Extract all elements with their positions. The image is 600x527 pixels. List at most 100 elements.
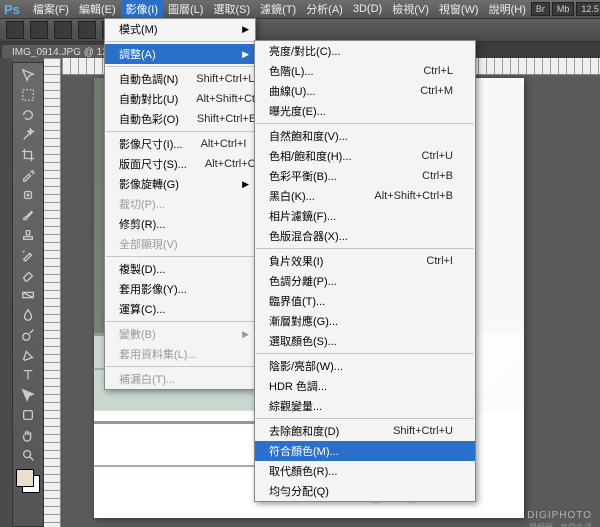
- app-logo: Ps: [4, 2, 20, 17]
- zoom-tool[interactable]: [17, 445, 39, 465]
- menu-file[interactable]: 檔案(F): [28, 0, 74, 19]
- adjust-menu-item[interactable]: 色階(L)...Ctrl+L: [255, 61, 475, 81]
- lasso-tool[interactable]: [17, 105, 39, 125]
- adjust-menu-item[interactable]: 亮度/對比(C)...: [255, 41, 475, 61]
- adjust-menu-item[interactable]: 選取顏色(S)...: [255, 331, 475, 351]
- menu-item-label: 補漏白(T)...: [119, 371, 233, 387]
- image-menu-item[interactable]: 複製(D)...: [105, 259, 255, 279]
- menu-item-label: 綜觀變量...: [269, 398, 453, 414]
- adjust-menu-item[interactable]: 曲線(U)...Ctrl+M: [255, 81, 475, 101]
- image-menu-item[interactable]: 修剪(R)...: [105, 214, 255, 234]
- shape-tool[interactable]: [17, 405, 39, 425]
- menu-item-label: 運算(C)...: [119, 301, 233, 317]
- image-menu-item[interactable]: 模式(M)▶: [105, 19, 255, 39]
- menu-item-shortcut: Alt+Ctrl+I: [201, 138, 247, 150]
- app-window: Ps 檔案(F) 編輯(E) 影像(I) 圖層(L) 選取(S) 濾鏡(T) 分…: [0, 0, 600, 527]
- menu-item-label: 選取顏色(S)...: [269, 333, 453, 349]
- menu-image[interactable]: 影像(I): [121, 0, 163, 19]
- blur-tool[interactable]: [17, 305, 39, 325]
- image-menu-item[interactable]: 影像尺寸(I)... Alt+Ctrl+I: [105, 134, 255, 154]
- adjust-menu-item[interactable]: 臨界值(T)...: [255, 291, 475, 311]
- type-tool[interactable]: [17, 365, 39, 385]
- menu-item-shortcut: Ctrl+M: [420, 85, 453, 97]
- pen-tool[interactable]: [17, 345, 39, 365]
- adjust-menu-item[interactable]: 色調分離(P)...: [255, 271, 475, 291]
- opt-icon-2[interactable]: [54, 21, 72, 39]
- menu-item-label: 色調分離(P)...: [269, 273, 453, 289]
- image-menu-item[interactable]: 自動對比(U)Alt+Shift+Ctrl+L: [105, 89, 255, 109]
- opt-icon-1[interactable]: [30, 21, 48, 39]
- menu-3d[interactable]: 3D(D): [348, 1, 387, 17]
- adjust-menu-item[interactable]: 綜觀變量...: [255, 396, 475, 416]
- wand-tool[interactable]: [17, 125, 39, 145]
- path-tool[interactable]: [17, 385, 39, 405]
- menu-view[interactable]: 檢視(V): [387, 0, 434, 19]
- adjust-menu-item[interactable]: 曝光度(E)...: [255, 101, 475, 121]
- adjust-menu-item[interactable]: 自然飽和度(V)...: [255, 126, 475, 146]
- adjust-menu-item[interactable]: 色相/飽和度(H)...Ctrl+U: [255, 146, 475, 166]
- hand-tool[interactable]: [17, 425, 39, 445]
- menu-item-label: 套用資料集(L)...: [119, 346, 233, 362]
- bridge-button[interactable]: Br: [531, 2, 550, 16]
- adjust-menu-item[interactable]: 黑白(K)...Alt+Shift+Ctrl+B: [255, 186, 475, 206]
- menu-layer[interactable]: 圖層(L): [163, 0, 208, 19]
- options-bar: [0, 18, 600, 42]
- color-swatch[interactable]: [16, 469, 40, 493]
- dodge-tool[interactable]: [17, 325, 39, 345]
- adjust-menu-item[interactable]: 均勻分配(Q): [255, 481, 475, 501]
- menu-item-label: 相片濾鏡(F)...: [269, 208, 453, 224]
- crop-tool[interactable]: [17, 145, 39, 165]
- menu-item-label: 變數(B): [119, 326, 233, 342]
- menu-item-shortcut: Shift+Ctrl+U: [393, 425, 453, 437]
- eyedropper-tool[interactable]: [17, 165, 39, 185]
- submenu-arrow-icon: ▶: [242, 179, 249, 190]
- image-menu-item[interactable]: 調整(A)▶: [105, 44, 255, 64]
- adjust-menu-item[interactable]: 漸層對應(G)...: [255, 311, 475, 331]
- menu-item-label: 色版混合器(X)...: [269, 228, 453, 244]
- menu-analysis[interactable]: 分析(A): [301, 0, 348, 19]
- adjust-menu-item[interactable]: 負片效果(I)Ctrl+I: [255, 251, 475, 271]
- adjust-menu-item[interactable]: 符合顏色(M)...: [255, 441, 475, 461]
- stamp-tool[interactable]: [17, 225, 39, 245]
- marquee-tool[interactable]: [17, 85, 39, 105]
- image-menu-item[interactable]: 自動色調(N)Shift+Ctrl+L: [105, 69, 255, 89]
- adjust-menu-item[interactable]: 取代顏色(R)...: [255, 461, 475, 481]
- move-tool[interactable]: [17, 65, 39, 85]
- menu-help[interactable]: 說明(H): [484, 0, 531, 19]
- menu-item-label: 陰影/亮部(W)...: [269, 358, 453, 374]
- menu-item-label: 負片效果(I): [269, 253, 408, 269]
- menu-edit[interactable]: 編輯(E): [74, 0, 121, 19]
- menu-item-label: 漸層對應(G)...: [269, 313, 453, 329]
- adjust-menu-item[interactable]: 去除飽和度(D)Shift+Ctrl+U: [255, 421, 475, 441]
- menu-select[interactable]: 選取(S): [208, 0, 255, 19]
- submenu-arrow-icon: ▶: [242, 49, 249, 60]
- menu-item-shortcut: Ctrl+U: [422, 150, 453, 162]
- image-menu-item[interactable]: 運算(C)...: [105, 299, 255, 319]
- foreground-color[interactable]: [16, 469, 34, 487]
- image-menu-item[interactable]: 影像旋轉(G)▶: [105, 174, 255, 194]
- menu-window[interactable]: 視窗(W): [434, 0, 484, 19]
- image-menu-item[interactable]: 套用影像(Y)...: [105, 279, 255, 299]
- menu-item-label: 影像尺寸(I)...: [119, 136, 183, 152]
- menu-item-label: 修剪(R)...: [119, 216, 233, 232]
- tool-preset-icon[interactable]: [6, 21, 24, 39]
- gradient-tool[interactable]: [17, 285, 39, 305]
- opt-icon-3[interactable]: [78, 21, 96, 39]
- eraser-tool[interactable]: [17, 265, 39, 285]
- menu-item-label: 色階(L)...: [269, 63, 405, 79]
- adjust-menu-item[interactable]: 陰影/亮部(W)...: [255, 356, 475, 376]
- zoom-display[interactable]: 12.5: [576, 2, 600, 16]
- menu-item-label: 自然飽和度(V)...: [269, 128, 453, 144]
- image-menu-item[interactable]: 版面尺寸(S)...Alt+Ctrl+C: [105, 154, 255, 174]
- adjust-menu-item[interactable]: HDR 色調...: [255, 376, 475, 396]
- adjust-menu-item[interactable]: 色彩平衡(B)...Ctrl+B: [255, 166, 475, 186]
- menu-filter[interactable]: 濾鏡(T): [255, 0, 301, 19]
- minibridge-button[interactable]: Mb: [552, 2, 575, 16]
- image-menu-item[interactable]: 自動色彩(O)Shift+Ctrl+B: [105, 109, 255, 129]
- adjust-menu-item[interactable]: 色版混合器(X)...: [255, 226, 475, 246]
- heal-tool[interactable]: [17, 185, 39, 205]
- adjust-menu-item[interactable]: 相片濾鏡(F)...: [255, 206, 475, 226]
- image-menu-item: 補漏白(T)...: [105, 369, 255, 389]
- history-brush-tool[interactable]: [17, 245, 39, 265]
- brush-tool[interactable]: [17, 205, 39, 225]
